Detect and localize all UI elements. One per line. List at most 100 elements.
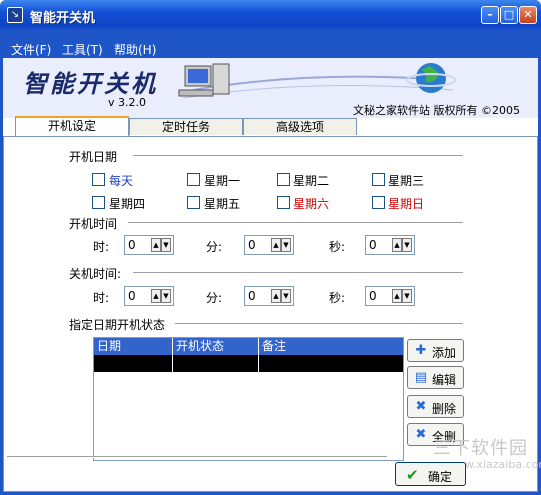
boot-hour-label: 时: [93,240,110,254]
shutdown-hour-value: 0 [128,289,136,303]
checkbox-tuesday[interactable] [277,173,290,186]
banner-logo: 智能开关机 [23,69,158,98]
boot-hour-stepper[interactable]: 0 ▲ ▼ [124,235,174,255]
computer-globe-graphic [178,63,456,99]
label-tuesday: 星期二 [293,174,330,188]
shutdown-second-label: 秒: [329,291,346,305]
checkbox-saturday[interactable] [277,196,290,209]
minimize-icon: – [487,8,493,21]
shutdown-second-stepper[interactable]: 0 ▲ ▼ [365,286,415,306]
column-header-date[interactable]: 日期 [94,338,173,355]
tab-boot-settings[interactable]: 开机设定 [15,116,129,136]
spin-up-icon[interactable]: ▲ [151,238,161,252]
checkbox-monday[interactable] [187,173,200,186]
label-friday: 星期五 [204,197,241,211]
table-cell[interactable] [94,355,173,372]
divider [133,155,463,157]
boot-time-title: 开机时间 [69,217,118,231]
boot-minute-stepper[interactable]: 0 ▲ ▼ [244,235,294,255]
menu-file[interactable]: 文件(F) [11,41,51,58]
label-monday: 星期一 [204,174,241,188]
boot-hour-value: 0 [128,238,136,252]
minimize-button[interactable]: – [481,6,499,24]
checkmark-icon: ✔ [406,466,419,484]
tab-scheduled-tasks[interactable]: 定时任务 [129,118,243,135]
add-button-label: 添加 [432,346,457,360]
version-label: v 3.2.0 [108,96,146,109]
menu-help[interactable]: 帮助(H) [114,41,156,58]
edit-button[interactable]: ▤ 编辑 [407,366,464,389]
column-header-status[interactable]: 开机状态 [173,338,259,355]
label-thursday: 星期四 [109,197,146,211]
plus-icon: ✚ [415,343,427,358]
edit-button-label: 编辑 [432,373,457,387]
checkbox-wednesday[interactable] [372,173,385,186]
delete-button[interactable]: ✖ 删除 [407,395,464,418]
spin-up-icon[interactable]: ▲ [271,289,281,303]
table-row[interactable] [94,355,403,372]
window-title: 智能开关机 [30,11,96,26]
shutdown-minute-label: 分: [206,291,223,305]
table-cell[interactable] [173,355,259,372]
spin-down-icon[interactable]: ▼ [402,289,412,303]
spin-up-icon[interactable]: ▲ [392,289,402,303]
table-header: 日期 开机状态 备注 [94,338,403,355]
boot-second-stepper[interactable]: 0 ▲ ▼ [365,235,415,255]
banner: 智能开关机 v 3.2.0 文秘之家软件站 版权所有 ©2005 [3,58,538,118]
spin-up-icon[interactable]: ▲ [392,238,402,252]
menu-tools[interactable]: 工具(T) [62,41,103,58]
column-header-note[interactable]: 备注 [259,338,403,355]
divider [133,272,463,274]
watermark-text: 三下软件园 [433,438,528,459]
spin-up-icon[interactable]: ▲ [151,289,161,303]
maximize-button[interactable]: □ [500,6,518,24]
checkbox-sunday[interactable] [372,196,385,209]
spin-down-icon[interactable]: ▼ [281,238,291,252]
ok-button[interactable]: ✔ 确定 [395,462,466,486]
spin-up-icon[interactable]: ▲ [271,238,281,252]
close-button[interactable]: ✕ [519,6,537,24]
shutdown-minute-stepper[interactable]: 0 ▲ ▼ [244,286,294,306]
spin-down-icon[interactable]: ▼ [161,289,171,303]
app-icon[interactable]: ↘ [7,7,23,23]
title-bar[interactable]: ↘ 智能开关机 – □ ✕ [0,0,541,30]
document-icon: ▤ [414,370,428,385]
shutdown-time-title: 关机时间: [69,267,122,281]
close-icon: ✕ [523,8,533,21]
x-icon: ✖ [415,427,427,442]
checkbox-thursday[interactable] [92,196,105,209]
delete-button-label: 删除 [432,402,457,416]
tab-strip: 开机设定 定时任务 高级选项 [3,116,538,136]
schedule-table[interactable]: 日期 开机状态 备注 [93,337,404,461]
shutdown-hour-label: 时: [93,291,110,305]
ok-button-label: 确定 [428,470,453,484]
boot-second-label: 秒: [329,240,346,254]
tab-advanced-options[interactable]: 高级选项 [243,118,357,135]
add-button[interactable]: ✚ 添加 [407,339,464,362]
checkbox-friday[interactable] [187,196,200,209]
x-icon: ✖ [415,399,427,414]
divider [7,456,387,458]
label-sunday: 星期日 [388,197,425,211]
table-cell[interactable] [259,355,403,372]
spin-down-icon[interactable]: ▼ [402,238,412,252]
spin-down-icon[interactable]: ▼ [281,289,291,303]
client-area: 智能开关机 v 3.2.0 文秘之家软件站 版权所有 ©2005 开机设定 定时… [3,58,541,492]
boot-minute-value: 0 [248,238,256,252]
schedule-title: 指定日期开机状态 [69,318,166,332]
label-wednesday: 星期三 [388,174,425,188]
app-window: ↘ 智能开关机 – □ ✕ 文件(F) 工具(T) 帮助(H) 智能开关机 v … [0,0,541,495]
checkbox-everyday[interactable] [92,173,105,186]
shutdown-minute-value: 0 [248,289,256,303]
boot-second-value: 0 [369,238,377,252]
boot-date-title: 开机日期 [69,150,118,164]
maximize-icon: □ [503,8,515,21]
shutdown-second-value: 0 [369,289,377,303]
menu-bar: 文件(F) 工具(T) 帮助(H) [3,30,538,58]
divider [128,222,463,224]
spin-down-icon[interactable]: ▼ [161,238,171,252]
divider [175,323,463,325]
boot-minute-label: 分: [206,240,223,254]
shutdown-hour-stepper[interactable]: 0 ▲ ▼ [124,286,174,306]
label-everyday: 每天 [109,174,134,188]
